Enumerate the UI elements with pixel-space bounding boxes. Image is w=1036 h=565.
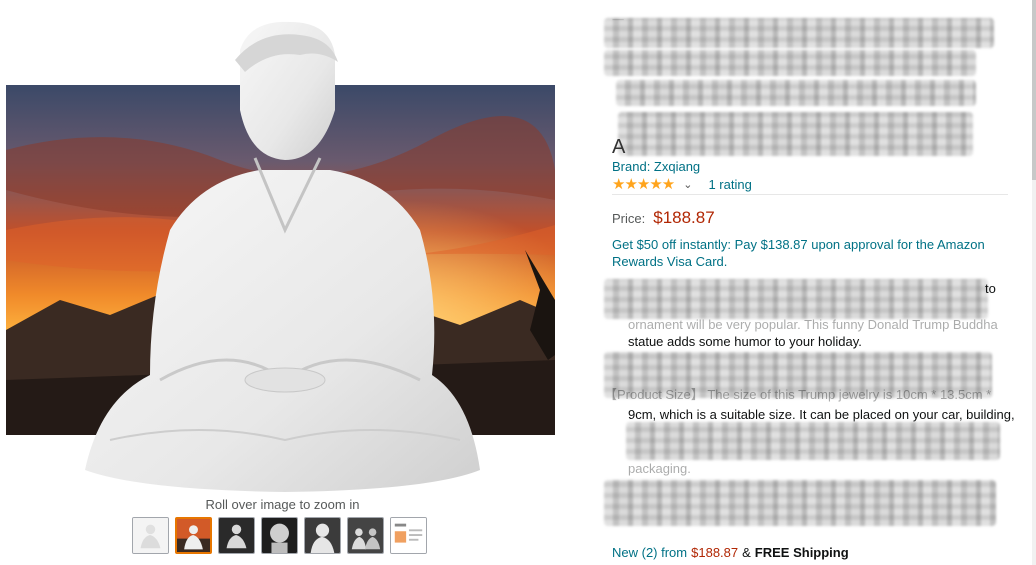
statue-photo	[6, 21, 555, 492]
bullet-1-line-3: statue adds some humor to your holiday.	[628, 334, 862, 349]
bullet-2-line-1: 【Product Size】 The size of this Trump je…	[604, 387, 992, 402]
thumbnail-5[interactable]	[304, 517, 341, 554]
brand-link[interactable]: Brand: Zxqiang	[612, 159, 700, 174]
title-fragment-end: A	[612, 136, 626, 158]
bullet-2-line-2: 9cm, which is a suitable size. It can be…	[628, 407, 1015, 422]
star-rating-icon[interactable]: ★★★★★	[612, 177, 675, 192]
price-label: Price:	[612, 211, 646, 226]
main-product-image[interactable]	[0, 0, 565, 495]
redacted-title-line-4	[618, 112, 973, 156]
rating-count-link[interactable]: 1 rating	[708, 177, 751, 192]
free-shipping-label: FREE Shipping	[754, 545, 849, 560]
thumbnail-6[interactable]	[347, 517, 384, 554]
new-offers-link[interactable]: New (2) from	[612, 545, 687, 560]
scrollbar-thumb[interactable]	[1032, 0, 1036, 180]
divider	[612, 194, 1008, 195]
price-row: Price: $188.87	[612, 208, 715, 228]
thumbnail-1[interactable]	[132, 517, 169, 554]
bullet-2-line-4: packaging.	[628, 461, 691, 476]
thumbnail-3[interactable]	[218, 517, 255, 554]
new-offers-row: New (2) from $188.87 & FREE Shipping	[612, 545, 849, 560]
image-gallery: Roll over image to zoom in	[0, 0, 565, 565]
redacted-title-line-1	[604, 18, 994, 48]
redacted-title-line-3	[616, 80, 976, 106]
thumbnail-4[interactable]	[261, 517, 298, 554]
price-value: $188.87	[653, 208, 715, 227]
new-offers-price: $188.87	[691, 545, 739, 560]
thumbnail-strip	[132, 517, 427, 554]
thumbnail-2[interactable]	[175, 517, 212, 554]
new-offers-ampersand: &	[742, 545, 751, 560]
vertical-scrollbar[interactable]	[1032, 0, 1036, 565]
zoom-hint-text: Roll over image to zoom in	[205, 497, 360, 512]
rating-row: ★★★★★ ⌄ 1 rating	[612, 176, 752, 193]
redacted-bullet-2-body	[626, 422, 1000, 460]
bullet-1-line-2: ornament will be very popular. This funn…	[628, 317, 998, 332]
product-details: T A Brand: Zxqiang ★★★★★ ⌄ 1 rating Pric…	[604, 0, 1015, 565]
bullet-1-tail: to	[985, 281, 996, 296]
chevron-down-icon[interactable]: ⌄	[683, 178, 692, 191]
thumbnail-7[interactable]	[390, 517, 427, 554]
redacted-bullet-3	[604, 480, 996, 526]
promo-link[interactable]: Get $50 off instantly: Pay $138.87 upon …	[612, 236, 1004, 270]
redacted-title-line-2	[604, 50, 976, 76]
redacted-bullet-1	[604, 279, 988, 319]
